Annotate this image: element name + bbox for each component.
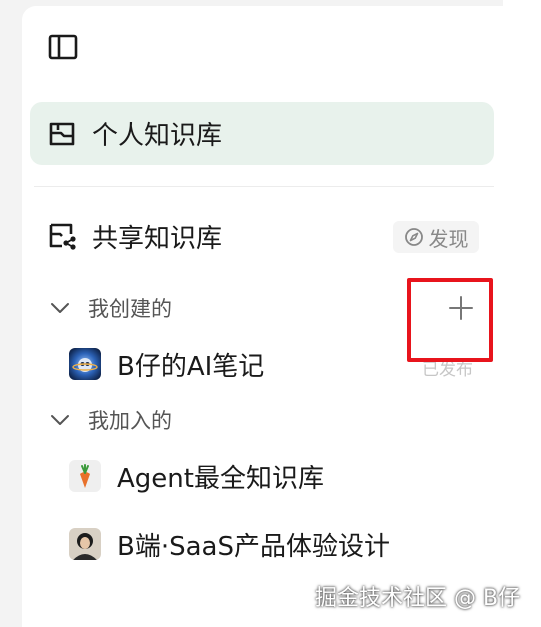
sidebar-toggle-button[interactable] <box>47 31 79 63</box>
chevron-down-icon <box>51 415 69 425</box>
carrot-avatar <box>69 460 101 492</box>
divider <box>34 186 494 187</box>
created-section-label: 我创建的 <box>88 297 172 321</box>
chevron-down-icon <box>51 303 69 313</box>
person-avatar <box>69 528 101 560</box>
sidebar-item-personal-kb[interactable]: 个人知识库 <box>30 102 494 165</box>
kb-item-label: Agent最全知识库 <box>117 463 324 494</box>
kb-item-agent[interactable]: Agent最全知识库 <box>69 456 324 496</box>
discover-button[interactable]: 发现 <box>393 221 479 253</box>
personal-kb-label: 个人知识库 <box>92 121 223 151</box>
created-section-header[interactable]: 我创建的 <box>50 292 172 324</box>
joined-section-label: 我加入的 <box>88 409 172 433</box>
kb-item-b-saas[interactable]: B端·SaaS产品体验设计 <box>69 524 390 564</box>
personal-library-icon <box>49 122 75 145</box>
shared-library-icon <box>49 223 76 250</box>
kb-item-label: B仔的AI笔记 <box>117 351 265 382</box>
sidebar-item-shared-kb[interactable]: 共享知识库 <box>48 218 222 254</box>
sidebar-toggle-icon <box>48 34 78 60</box>
blue-planet-avatar <box>69 348 101 380</box>
main-content-area <box>503 0 541 627</box>
annotation-highlight-box <box>407 278 493 362</box>
watermark: 掘金技术社区 @ B仔 <box>315 586 521 611</box>
shared-kb-label: 共享知识库 <box>92 223 223 254</box>
compass-icon <box>404 228 423 246</box>
kb-item-label: B端·SaaS产品体验设计 <box>117 531 390 562</box>
kb-item-b-ai-notes[interactable]: B仔的AI笔记 <box>69 344 264 384</box>
knowledge-sidebar: 个人知识库 共享知识库 发现 我创建的 已发布 B仔的AI笔记 我加入的 Age… <box>22 6 503 627</box>
joined-section-header[interactable]: 我加入的 <box>50 404 172 436</box>
discover-label: 发现 <box>428 226 469 251</box>
